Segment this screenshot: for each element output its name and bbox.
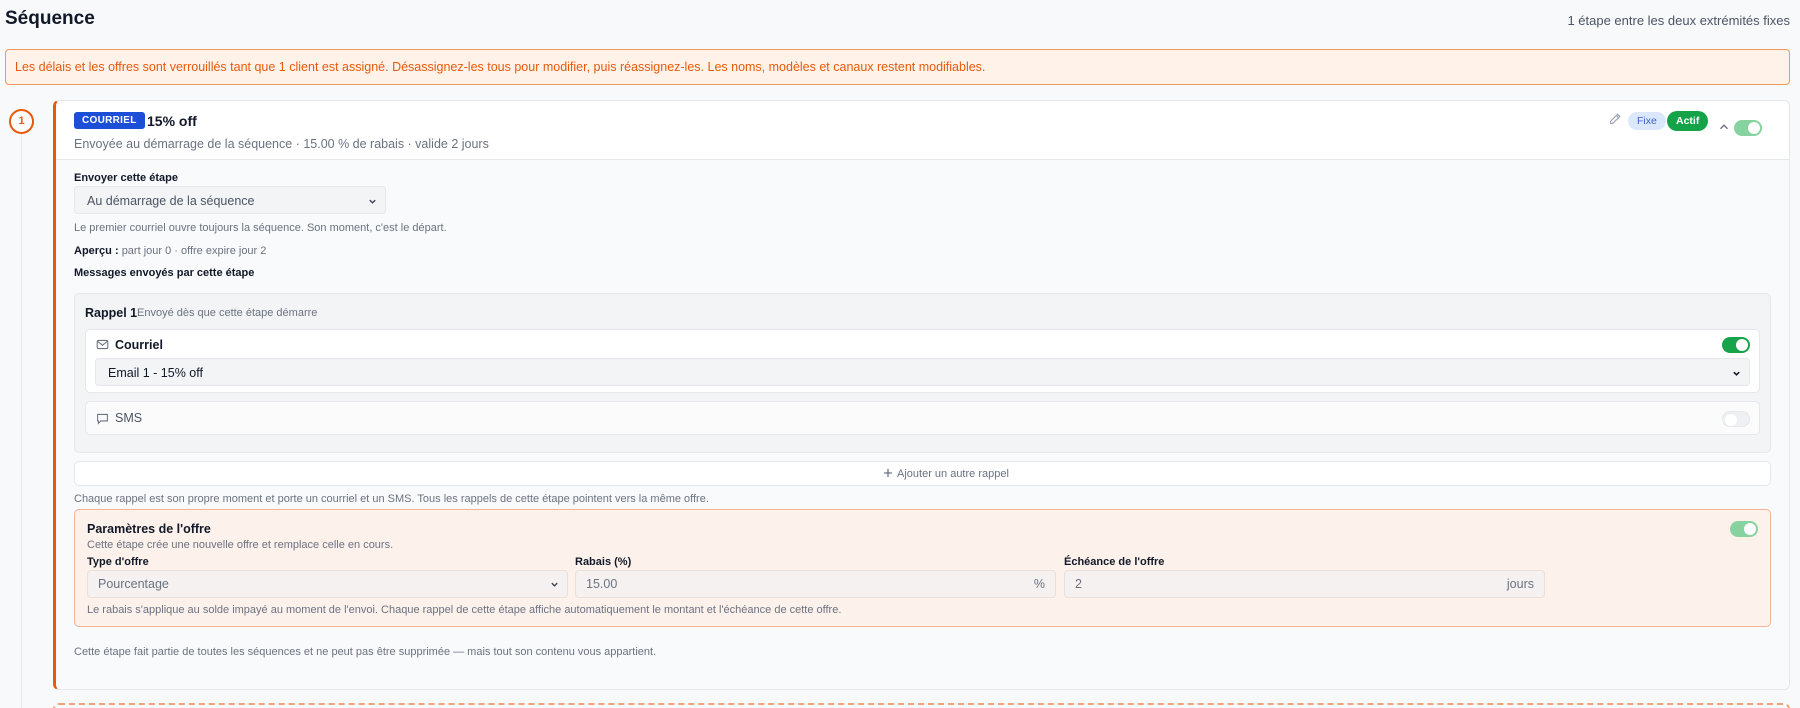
send-timing-value: Au démarrage de la séquence xyxy=(87,194,255,208)
add-rappel-button[interactable]: Ajouter un autre rappel xyxy=(74,461,1771,486)
timeline-line xyxy=(21,118,22,708)
offer-type-label: Type d'offre xyxy=(87,556,149,568)
messages-label: Messages envoyés par cette étape xyxy=(74,267,255,279)
add-rappel-label: Ajouter un autre rappel xyxy=(897,468,1009,480)
email-message-card: Courriel Email 1 - 15% off xyxy=(85,329,1760,393)
offer-settings-subtitle: Cette étape crée une nouvelle offre et r… xyxy=(87,539,394,551)
send-hint: Le premier courriel ouvre toujours la sé… xyxy=(74,222,447,234)
expiry-unit: jours xyxy=(1506,577,1534,591)
email-template-value: Email 1 - 15% off xyxy=(108,366,203,380)
step-enabled-toggle[interactable] xyxy=(1734,120,1762,136)
preview-line: Aperçu : part jour 0 · offre expire jour… xyxy=(74,245,266,257)
lock-warning-banner: Les délais et les offres sont verrouillé… xyxy=(5,49,1790,85)
email-enabled-toggle[interactable] xyxy=(1722,337,1750,353)
chevron-up-icon[interactable] xyxy=(1717,120,1731,134)
offer-footer-hint: Le rabais s'applique au solde impayé au … xyxy=(87,604,842,616)
email-channel-label: Courriel xyxy=(115,338,163,352)
chevron-down-icon xyxy=(1733,371,1740,376)
step-count-label: 1 étape entre les deux extrémités fixes xyxy=(1567,13,1790,28)
toggle-knob xyxy=(1748,122,1760,134)
rappel-subtitle: Envoyé dès que cette étape démarre xyxy=(137,307,318,319)
discount-unit: % xyxy=(1033,577,1045,591)
offer-settings-card: Paramètres de l'offre Cette étape crée u… xyxy=(74,509,1771,627)
sms-message-card: SMS xyxy=(85,401,1760,435)
preview-value: part jour 0 · offre expire jour 2 xyxy=(121,245,267,257)
plus-icon xyxy=(884,469,892,477)
send-timing-select[interactable]: Au démarrage de la séquence xyxy=(74,186,386,214)
add-rappel-content: Ajouter un autre rappel xyxy=(883,468,1009,480)
expiry-label: Échéance de l'offre xyxy=(1064,556,1165,568)
toggle-knob xyxy=(1725,414,1737,426)
toggle-knob xyxy=(1744,523,1756,535)
message-square-icon xyxy=(97,413,108,425)
rappel-card: Rappel 1 Envoyé dès que cette étape déma… xyxy=(74,293,1771,453)
discount-input[interactable]: 15.00 % xyxy=(575,570,1056,598)
preview-label: Aperçu : xyxy=(74,245,119,257)
fixed-tag: Fixe xyxy=(1628,112,1666,130)
step-header[interactable]: COURRIEL 15% off Envoyée au démarrage de… xyxy=(56,101,1789,160)
step-footer-note: Cette étape fait partie de toutes les sé… xyxy=(74,646,657,658)
step-card: COURRIEL 15% off Envoyée au démarrage de… xyxy=(53,100,1790,690)
chevron-down-icon xyxy=(369,199,376,204)
step-number-badge: 1 xyxy=(9,109,34,134)
rappel-hint: Chaque rappel est son propre moment et p… xyxy=(74,493,709,505)
step-body: Envoyer cette étape Au démarrage de la s… xyxy=(56,160,1789,689)
rappel-title: Rappel 1 xyxy=(85,306,138,320)
expiry-input[interactable]: 2 jours xyxy=(1064,570,1545,598)
discount-value: 15.00 xyxy=(586,577,618,591)
offer-type-select[interactable]: Pourcentage xyxy=(87,570,568,598)
expiry-value: 2 xyxy=(1075,577,1082,591)
chevron-down-icon xyxy=(551,582,558,587)
offer-settings-title: Paramètres de l'offre xyxy=(87,522,211,536)
sms-channel-label: SMS xyxy=(115,411,143,425)
offer-enabled-toggle[interactable] xyxy=(1730,521,1758,537)
step-summary: Envoyée au démarrage de la séquence · 15… xyxy=(74,137,489,151)
offer-type-value: Pourcentage xyxy=(98,577,169,591)
email-template-select[interactable]: Email 1 - 15% off xyxy=(95,358,1750,386)
send-step-label: Envoyer cette étape xyxy=(74,172,178,184)
channel-badge: COURRIEL xyxy=(74,112,145,129)
page-header: Séquence 1 étape entre les deux extrémit… xyxy=(5,8,1790,38)
page-title: Séquence xyxy=(5,8,95,29)
mail-icon xyxy=(96,339,109,350)
sms-enabled-toggle[interactable] xyxy=(1722,411,1750,427)
active-tag: Actif xyxy=(1667,111,1709,131)
toggle-knob xyxy=(1736,339,1748,351)
step-title: 15% off xyxy=(147,113,197,129)
next-step-placeholder xyxy=(53,703,1790,708)
pencil-icon[interactable] xyxy=(1608,112,1622,126)
discount-label: Rabais (%) xyxy=(575,556,632,568)
